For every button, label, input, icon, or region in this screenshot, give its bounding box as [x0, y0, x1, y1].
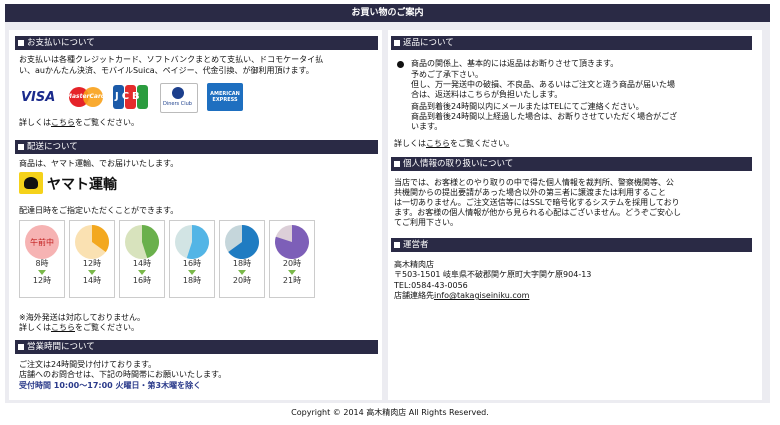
slot-to: 20時 [232, 276, 252, 285]
privacy-text-4: ます。お客様の個人情報が他から見られる心配はございません。どうぞご安心し [394, 208, 681, 217]
privacy-text-3: は一切ありません。ご注文送信等にはSSLで暗号化するシステムを採用しており [394, 198, 680, 207]
payment-heading: お支払いについて [15, 36, 378, 50]
slot-from: 8時 [35, 259, 49, 268]
returns-details: 詳しくはこちらをご覧ください。 [394, 139, 514, 148]
bullet-icon [397, 61, 404, 68]
diners-logo: Diners Club [160, 83, 198, 113]
visa-logo: VISA [19, 83, 61, 111]
delivery-details: 詳しくはこちらをご覧ください。 [19, 323, 139, 332]
slot-from: 14時 [132, 259, 152, 268]
arrow-down-icon [88, 270, 96, 275]
returns-text-7: います。 [411, 122, 443, 131]
time-slot: 16時 18時 [169, 220, 215, 298]
arrow-down-icon [138, 270, 146, 275]
slot-from: 16時 [182, 259, 202, 268]
cat-icon [24, 177, 38, 189]
operator-email-link[interactable]: info@takagiseiniku.com [434, 291, 529, 300]
arrow-down-icon [288, 270, 296, 275]
yamato-logo: ヤマト運輸 [19, 172, 127, 194]
time-slot: 午前中 8時 12時 [19, 220, 65, 298]
delivery-text-1: 商品は、ヤマト運輸、でお届けいたします。 [19, 159, 179, 168]
arrow-down-icon [238, 270, 246, 275]
returns-text-1: 商品の関係上、基本的には返品はお断りさせて頂きます。 [411, 59, 619, 68]
slot-from: 20時 [282, 259, 302, 268]
slot-from: 18時 [232, 259, 252, 268]
payment-details: 詳しくはこちらをご覧ください。 [19, 118, 139, 127]
amex-logo: AMERICAN EXPRESS [207, 83, 243, 111]
mastercard-logo: MasterCard [65, 83, 107, 111]
returns-text-5: 商品到着後24時間以内にメールまたはTELにてご連絡ください。 [411, 102, 644, 111]
hours-heading: 営業時間について [15, 340, 378, 354]
privacy-heading: 個人情報の取り扱いについて [391, 157, 752, 171]
slot-to: 21時 [282, 276, 302, 285]
payment-text-1: お支払いは各種クレジットカード、ソフトバンクまとめて支払い、ドコモケータイ払 [19, 55, 324, 64]
copyright: Copyright © 2014 高木精肉店 All Rights Reserv… [291, 408, 489, 417]
time-slot: 18時 20時 [219, 220, 265, 298]
returns-text-3: 但し、万一発送中の破損、不良品、あるいはご注文と違う商品が届いた場 [411, 80, 675, 89]
delivery-details-link[interactable]: こちら [51, 323, 75, 332]
returns-text-2: 予めご了承下さい。 [411, 70, 483, 79]
returns-text-4: 合は、返送料はこちらが負担いたします。 [411, 90, 563, 99]
slot-from: 12時 [82, 259, 102, 268]
operator-heading: 運営者 [391, 238, 752, 252]
arrow-down-icon [188, 270, 196, 275]
privacy-text-1: 当店では、お客様とのやり取りの中で得た個人情報を裁判所、警察機関等、公 [394, 178, 674, 187]
delivery-heading: 配送について [15, 140, 378, 154]
hours-text-1: ご注文は24時間受け付けております。 [19, 360, 157, 369]
time-slot: 20時 21時 [269, 220, 315, 298]
returns-details-link[interactable]: こちら [426, 139, 450, 148]
delivery-text-2: 配達日時をご指定いただくことができます。 [19, 206, 179, 215]
privacy-text-5: てご利用下さい。 [394, 218, 458, 227]
payment-details-link[interactable]: こちら [51, 118, 75, 127]
arrow-down-icon [38, 270, 46, 275]
hours-text-2: 店舗へのお問合せは、下記の時間帯にお願いいたします。 [19, 370, 227, 379]
overseas-note: ※海外発送は対応しておりません。 [19, 313, 145, 322]
time-slot: 12時 14時 [69, 220, 115, 298]
clock-icon: 午前中 [25, 225, 59, 259]
privacy-text-2: 共機関からの提出要請があった場合以外の第三者に譲渡または利用すること [394, 188, 666, 197]
slot-to: 18時 [182, 276, 202, 285]
slot-to: 12時 [32, 276, 52, 285]
returns-heading: 返品について [391, 36, 752, 50]
clock-icon [225, 225, 259, 259]
payment-text-2: い、auかんたん決済、モバイルSuica、ペイジー、代金引換、が御利用頂けます。 [19, 66, 314, 75]
time-slot: 14時 16時 [119, 220, 165, 298]
operator-name: 高木精肉店 [394, 260, 434, 269]
operator-tel: TEL:0584-43-0056 [394, 281, 468, 290]
clock-icon [275, 225, 309, 259]
svg-text:午前中: 午前中 [30, 237, 54, 247]
clock-icon [125, 225, 159, 259]
clock-icon [75, 225, 109, 259]
clock-icon [175, 225, 209, 259]
page-title: お買い物のご案内 [5, 4, 770, 22]
slot-to: 14時 [82, 276, 102, 285]
slot-to: 16時 [132, 276, 152, 285]
returns-text-6: 商品到着後24時間以上経過した場合は、お断りさせていただく場合がござ [411, 112, 678, 121]
jcb-logo: JCB [111, 83, 151, 111]
business-hours: 受付時間 10:00～17:00 火曜日・第3木曜を除く [19, 381, 202, 390]
operator-address: 〒503-1501 岐阜県不破郡関ケ原町大字関ケ原904-13 [394, 270, 592, 279]
operator-email-row: 店舗連絡先info@takagiseiniku.com [394, 291, 530, 300]
